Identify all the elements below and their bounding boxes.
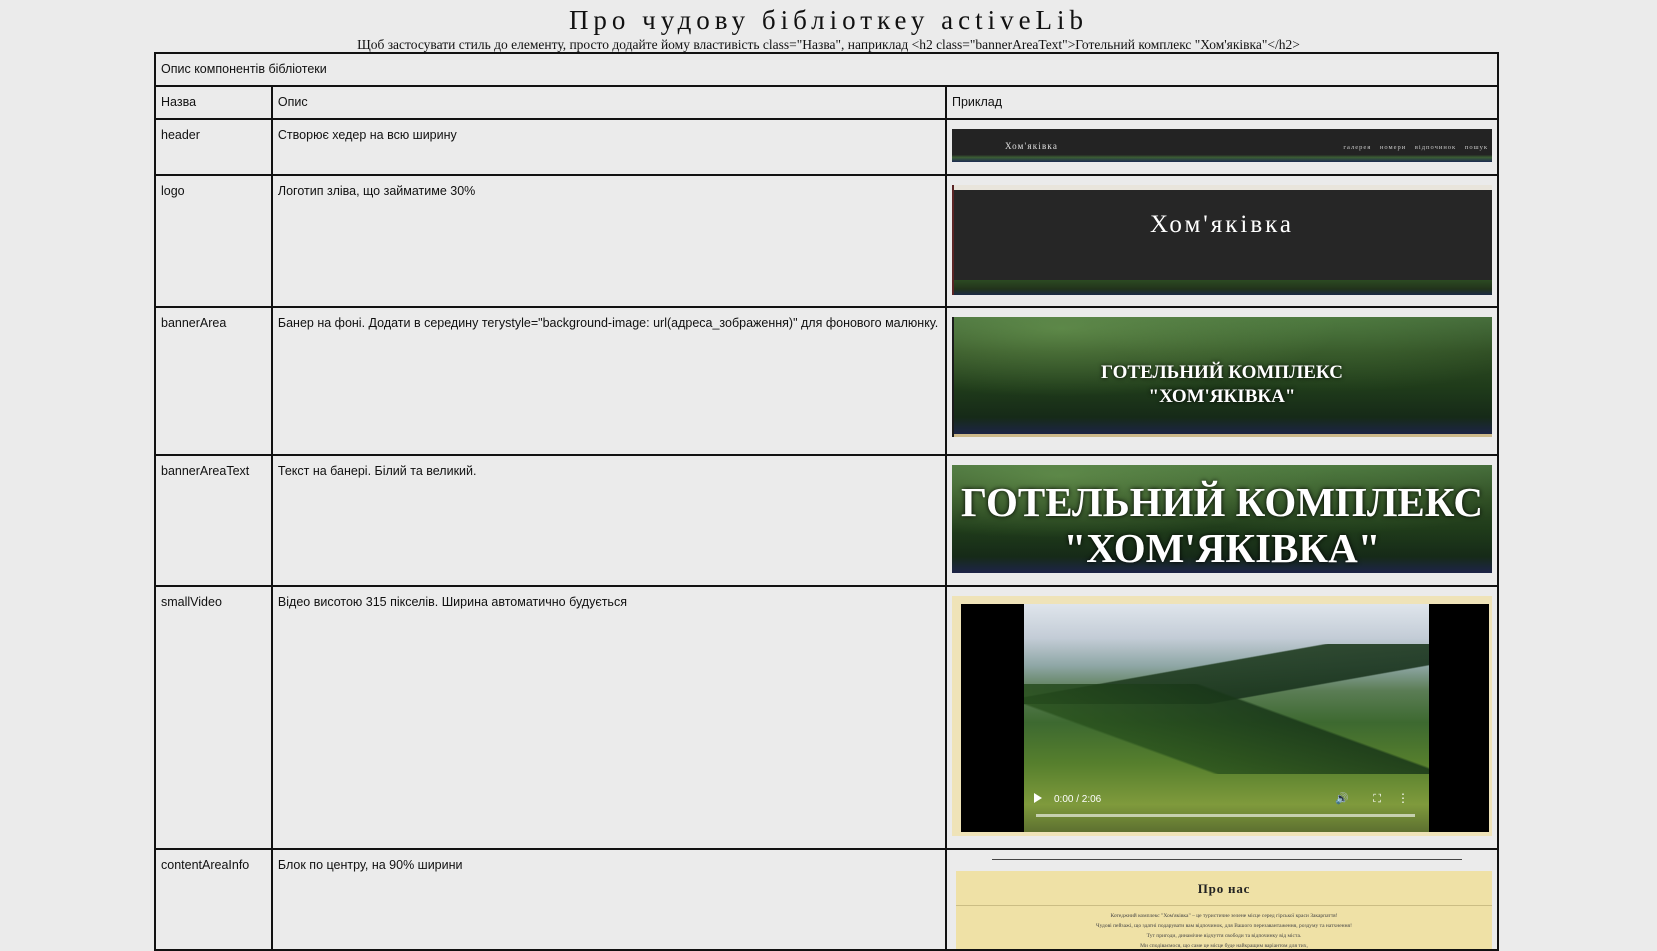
video-time: 0:00 / 2:06 <box>1053 794 1102 805</box>
content-example-preview: Про нас Котеджний комплекс "Хом'яківка" … <box>952 859 1492 949</box>
component-example: ГОТЕЛЬНИЙ КОМПЛЕКС "ХОМ'ЯКІВКА" <box>944 306 1500 456</box>
volume-icon[interactable]: 🔊 <box>1335 792 1349 807</box>
header-brand: Хом'яківка <box>1004 141 1059 151</box>
banner-example-preview: ГОТЕЛЬНИЙ КОМПЛЕКС "ХОМ'ЯКІВКА" <box>951 317 1492 437</box>
component-name: bannerAreaText <box>154 454 273 587</box>
banner-text: ГОТЕЛЬНИЙ КОМПЛЕКС "ХОМ'ЯКІВКА" <box>952 361 1492 409</box>
content-top-line <box>991 859 1462 860</box>
component-name: bannerArea <box>154 306 273 456</box>
banner-text-line2: "ХОМ'ЯКІВКА" <box>1148 386 1296 407</box>
header-desc: Опис <box>270 85 947 120</box>
component-name: contentAreaInfo <box>154 848 273 951</box>
content-card-body: Котеджний комплекс "Хом'яківка" – це тур… <box>1016 911 1432 949</box>
page-title: Про чудову бібліоткеу activeLib <box>568 5 1089 35</box>
component-name: smallVideo <box>154 585 273 850</box>
component-example: ГОТЕЛЬНИЙ КОМПЛЕКС "ХОМ'ЯКІВКА" <box>944 454 1500 587</box>
component-name: logo <box>154 174 273 308</box>
logo-text: Хом'яківка <box>1149 211 1295 238</box>
table-caption: Опис компонентів бібліотеки <box>154 52 1499 87</box>
table-caption-row: Опис компонентів бібліотеки <box>154 52 1499 87</box>
table-row: contentAreaInfo Блок по центру, на 90% ш… <box>154 848 1500 951</box>
content-card-line: Котеджний комплекс "Хом'яківка" – це тур… <box>1110 913 1338 919</box>
play-icon[interactable] <box>1033 793 1042 803</box>
logo-example-preview: Хом'яківка <box>951 185 1492 295</box>
banner-underline <box>953 434 1492 437</box>
page-subtitle: Щоб застосувати стиль до елементу, прост… <box>357 37 1300 52</box>
component-desc: Створює хедер на всю ширину <box>270 118 947 176</box>
table-row: smallVideo Відео висотою 315 пікселів. Ш… <box>154 585 1500 850</box>
table-row: bannerArea Банер на фоні. Додати в серед… <box>154 306 1500 456</box>
fullscreen-icon[interactable]: ⛶ <box>1373 792 1381 807</box>
table-header-row: Назва Опис Приклад <box>154 85 1500 120</box>
table-row: logo Логотип зліва, що займатиме 30% Хом… <box>154 174 1500 308</box>
component-example: 0:00 / 2:06 🔊 ⛶ ⋮ <box>944 585 1500 850</box>
component-desc: Відео висотою 315 пікселів. Ширина автом… <box>270 585 947 850</box>
content-card-line: Ми сподіваємося, що саме це місце буде н… <box>1140 943 1308 949</box>
header-example: Приклад <box>944 85 1500 120</box>
component-desc: Текст на банері. Білий та великий. <box>270 454 947 587</box>
video-player[interactable]: 0:00 / 2:06 🔊 ⛶ ⋮ <box>960 604 1489 832</box>
banner-big-text: ГОТЕЛЬНИЙ КОМПЛЕКС "ХОМ'ЯКІВКА" <box>952 479 1492 571</box>
video-example-preview: 0:00 / 2:06 🔊 ⛶ ⋮ <box>951 596 1492 836</box>
component-name: header <box>154 118 273 176</box>
banner-big-text-line1: ГОТЕЛЬНИЙ КОМПЛЕКС <box>960 479 1484 525</box>
component-desc: Логотип зліва, що займатиме 30% <box>270 174 947 308</box>
component-example: Хом'яківка <box>944 174 1500 308</box>
content-card-divider <box>955 905 1492 906</box>
banner-big-text-line2: "ХОМ'ЯКІВКА" <box>1063 525 1381 571</box>
content-card-line: Тут пригоди, динамічне відчуття свободи … <box>1146 933 1302 939</box>
logo-forest-strip <box>953 280 1492 295</box>
content-card-line: Чудові пейзажі, що здатні подарувати вам… <box>1096 923 1352 929</box>
header-example-preview: Хом'яківка галерея номери відпочинок пош… <box>951 129 1492 162</box>
banner-text-example-preview: ГОТЕЛЬНИЙ КОМПЛЕКС "ХОМ'ЯКІВКА" <box>951 465 1492 573</box>
header-nav: галерея номери відпочинок пошук <box>1343 144 1488 151</box>
video-controls: 0:00 / 2:06 🔊 ⛶ ⋮ <box>1033 791 1417 808</box>
component-desc: Блок по центру, на 90% ширини <box>270 848 947 951</box>
content-card-title: Про нас <box>1197 881 1251 896</box>
content-card: Про нас Котеджний комплекс "Хом'яківка" … <box>955 871 1492 949</box>
component-desc: Банер на фоні. Додати в середину тегуsty… <box>270 306 947 456</box>
header-name: Назва <box>154 85 273 120</box>
table-row: bannerAreaText Текст на банері. Білий та… <box>154 454 1500 587</box>
component-example: Хом'яківка галерея номери відпочинок пош… <box>944 118 1500 176</box>
table-row: header Створює хедер на всю ширину Хом'я… <box>154 118 1500 176</box>
banner-text-line1: ГОТЕЛЬНИЙ КОМПЛЕКС <box>1101 362 1343 383</box>
components-table: Опис компонентів бібліотеки Назва Опис П… <box>154 52 1500 951</box>
more-options-icon[interactable]: ⋮ <box>1397 791 1409 806</box>
video-progress-bar[interactable] <box>1035 814 1415 817</box>
component-example: Про нас Котеджний комплекс "Хом'яківка" … <box>944 848 1500 951</box>
